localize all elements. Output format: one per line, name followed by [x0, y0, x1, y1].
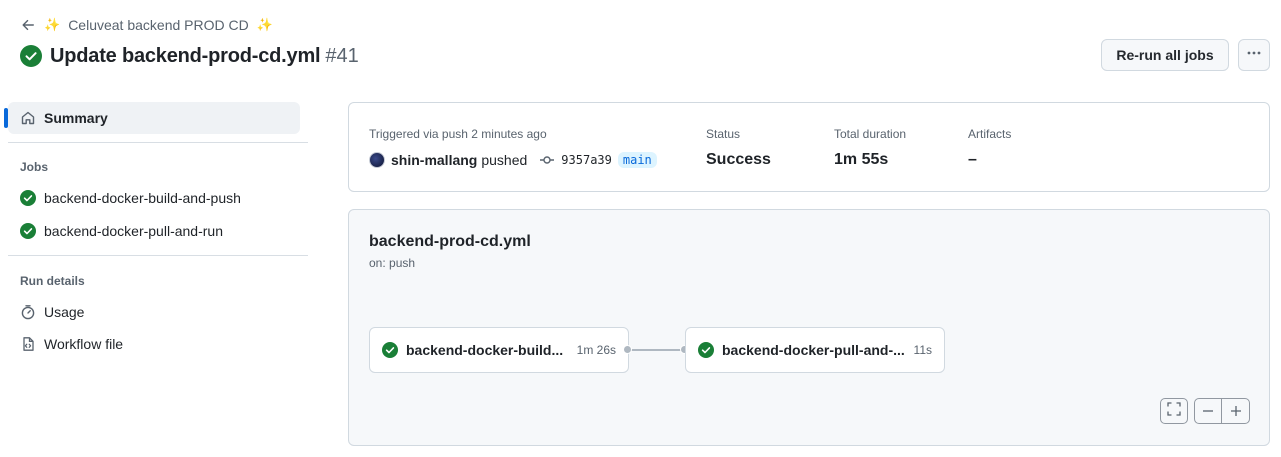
fullscreen-button[interactable]: [1160, 398, 1188, 424]
job-name: backend-docker-build...: [406, 342, 564, 358]
trigger-label: Triggered via push 2 minutes ago: [369, 127, 547, 141]
duration-info: Total duration 1m 55s: [834, 126, 906, 169]
job-connector: [628, 349, 686, 351]
artifacts-info: Artifacts –: [968, 126, 1011, 169]
status-info: Status Success: [706, 126, 771, 169]
connector-dot: [623, 345, 632, 354]
more-options-button[interactable]: [1238, 39, 1270, 71]
sparkle-icon: ✨: [256, 17, 273, 32]
job-card[interactable]: backend-docker-build... 1m 26s: [369, 327, 629, 373]
status-value: Success: [706, 151, 771, 168]
divider: [8, 142, 308, 143]
page-title: Update backend-prod-cd.yml: [50, 44, 321, 67]
run-details-heading: Run details: [20, 274, 85, 288]
jobs-heading: Jobs: [20, 160, 49, 174]
sidebar-item-label: backend-docker-pull-and-run: [44, 223, 223, 239]
artifacts-label: Artifacts: [968, 127, 1012, 141]
sidebar-item-summary[interactable]: Summary: [4, 102, 300, 134]
duration-value: 1m 55s: [834, 151, 889, 168]
workflow-file-name: backend-prod-cd.yml: [369, 233, 531, 250]
sidebar-item-job[interactable]: backend-docker-build-and-push: [20, 186, 241, 210]
job-duration: 11s: [913, 343, 932, 357]
divider: [8, 255, 308, 256]
avatar[interactable]: [369, 152, 385, 168]
workflow-graph[interactable]: backend-prod-cd.yml on: push backend-doc…: [348, 209, 1270, 446]
workflow-link[interactable]: Celuveat backend PROD CD: [68, 17, 249, 33]
check-circle-fill-icon: [20, 45, 42, 67]
branch-label[interactable]: main: [617, 152, 657, 168]
workflow-trigger: on: push: [369, 256, 416, 270]
commit-sha-link[interactable]: 9357a39: [561, 153, 612, 167]
run-number: #41: [325, 44, 359, 67]
artifacts-value: –: [968, 151, 977, 168]
trigger-details: shin-mallang pushed 9357a39 main: [369, 151, 657, 169]
actor-link[interactable]: shin-mallang: [391, 152, 477, 168]
check-circle-fill-icon: [698, 342, 714, 358]
kebab-horizontal-icon: [1246, 45, 1262, 66]
active-indicator: [4, 108, 8, 128]
sparkle-icon: ✨: [44, 17, 61, 32]
rerun-all-jobs-button[interactable]: Re-run all jobs: [1101, 39, 1229, 71]
screen-full-icon: [1167, 401, 1181, 421]
sidebar-item-label: Usage: [44, 304, 85, 320]
zoom-out-button[interactable]: [1195, 399, 1223, 423]
run-summary-card: Triggered via push 2 minutes ago shin-ma…: [348, 102, 1270, 192]
status-label: Status: [706, 127, 741, 141]
plus-icon: [1230, 406, 1241, 416]
job-card[interactable]: backend-docker-pull-and-... 11s: [685, 327, 945, 373]
check-circle-fill-icon: [20, 190, 36, 206]
sidebar-item-job[interactable]: backend-docker-pull-and-run: [20, 219, 223, 243]
job-duration: 1m 26s: [576, 343, 616, 357]
zoom-in-button[interactable]: [1222, 399, 1249, 423]
sidebar-item-label: Summary: [44, 110, 108, 126]
job-name: backend-docker-pull-and-...: [722, 342, 905, 358]
sidebar-item-workflow-file[interactable]: Workflow file: [20, 332, 123, 356]
sidebar-item-label: Workflow file: [44, 336, 124, 352]
action-text: pushed: [481, 152, 528, 168]
git-commit-icon: [539, 152, 555, 168]
sidebar-item-usage[interactable]: Usage: [20, 300, 84, 324]
trigger-info: Triggered via push 2 minutes ago shin-ma…: [369, 126, 657, 169]
breadcrumb[interactable]: ✨ Celuveat backend PROD CD ✨: [20, 15, 273, 35]
home-icon: [20, 110, 36, 126]
zoom-controls: [1194, 398, 1250, 424]
sidebar-item-label: backend-docker-build-and-push: [44, 190, 241, 206]
file-code-icon: [20, 336, 36, 352]
minus-icon: [1203, 410, 1213, 412]
stopwatch-icon: [20, 304, 36, 320]
arrow-left-icon[interactable]: [20, 17, 36, 33]
check-circle-fill-icon: [20, 223, 36, 239]
page-title-row: Update backend-prod-cd.yml #41: [20, 40, 359, 72]
check-circle-fill-icon: [382, 342, 398, 358]
duration-label: Total duration: [834, 127, 907, 141]
